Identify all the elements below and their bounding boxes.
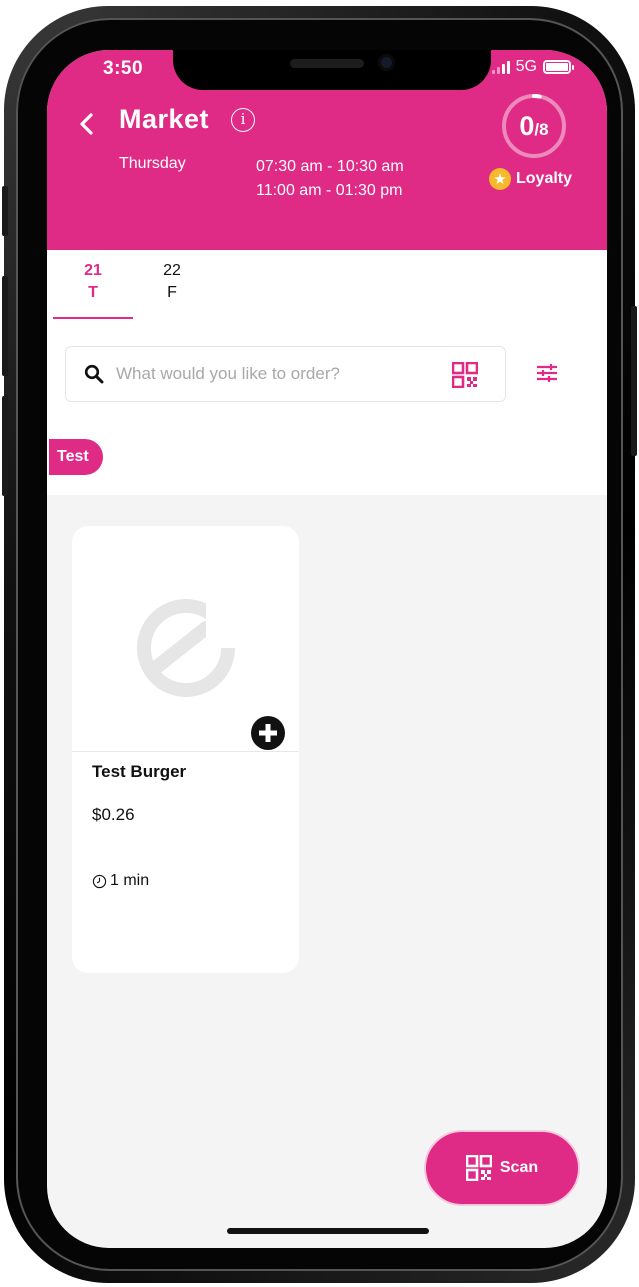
search-input[interactable] <box>116 359 426 389</box>
screen: 3:50 5G Market i Thursday 07:30 am - 10:… <box>47 50 607 1248</box>
product-image <box>72 526 299 752</box>
star-icon: ★ <box>489 168 511 190</box>
date-tab-22[interactable]: 22 F <box>132 260 212 304</box>
header: 3:50 5G Market i Thursday 07:30 am - 10:… <box>47 50 607 250</box>
back-icon[interactable] <box>75 112 99 136</box>
active-tab-indicator <box>53 317 133 319</box>
signal-icon <box>491 60 510 74</box>
clock-icon <box>92 874 107 888</box>
opening-day: Thursday <box>119 155 186 172</box>
info-icon[interactable]: i <box>231 108 255 132</box>
opening-hours-line: 11:00 am - 01:30 pm <box>256 182 403 199</box>
loyalty-current: 0 <box>519 111 535 141</box>
volume-down-button <box>2 396 8 496</box>
volume-up-button <box>2 276 8 376</box>
product-prep-time: 1 min <box>92 872 149 890</box>
status-time: 3:50 <box>103 58 144 79</box>
product-name: Test Burger <box>92 762 187 781</box>
notch <box>173 50 491 90</box>
search-icon <box>84 364 104 384</box>
power-button <box>631 306 637 456</box>
product-price: $0.26 <box>92 805 135 824</box>
date-tab-weekday: T <box>88 284 98 301</box>
status-indicators: 5G <box>491 58 574 76</box>
date-tab-number: 22 <box>163 262 181 279</box>
front-camera <box>378 54 395 71</box>
search-bar[interactable] <box>65 346 506 402</box>
mute-switch <box>2 186 8 236</box>
plus-circle-icon[interactable] <box>250 715 286 751</box>
placeholder-logo-icon <box>137 599 236 697</box>
loyalty-label: Loyalty <box>516 170 573 187</box>
loyalty-count: 0/8 <box>500 92 568 160</box>
filter-icon[interactable] <box>534 360 560 386</box>
network-label: 5G <box>515 58 537 75</box>
loyalty-link[interactable]: ★ Loyalty <box>489 168 572 190</box>
qr-code-icon <box>465 1155 492 1181</box>
battery-icon <box>543 60 574 74</box>
category-chip-test[interactable]: Test <box>49 439 103 475</box>
date-tab-21[interactable]: 21 T <box>53 260 133 304</box>
page-title: Market <box>119 104 210 134</box>
loyalty-total: /8 <box>534 120 549 139</box>
opening-hours: 07:30 am - 10:30 am 11:00 am - 01:30 pm <box>256 155 404 203</box>
speaker <box>290 59 364 68</box>
date-tab-number: 21 <box>84 262 102 279</box>
product-prep-time-value: 1 min <box>110 872 150 889</box>
product-card[interactable]: Test Burger $0.26 1 min <box>72 526 299 973</box>
home-indicator[interactable] <box>227 1228 429 1234</box>
scan-button-label: Scan <box>499 1159 539 1176</box>
qr-code-icon[interactable] <box>452 362 478 388</box>
opening-hours-line: 07:30 am - 10:30 am <box>256 158 404 175</box>
scan-button[interactable]: Scan <box>424 1130 580 1206</box>
date-tab-weekday: F <box>167 284 177 301</box>
